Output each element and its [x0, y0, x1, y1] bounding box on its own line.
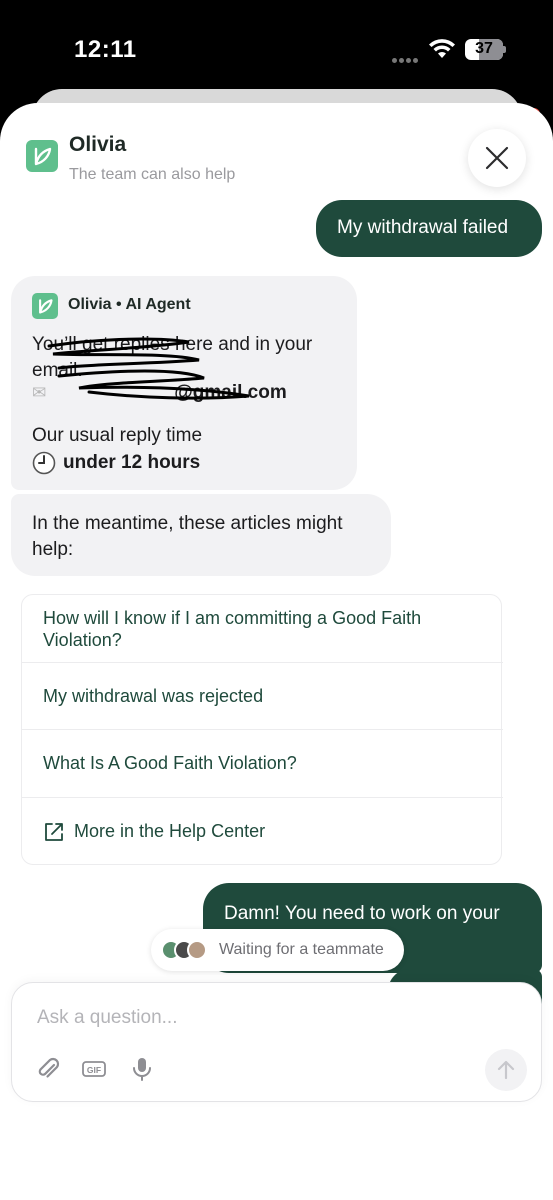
agent-name: Olivia: [69, 133, 127, 156]
bot-meantime-text: In the meantime, these articles might he…: [32, 513, 343, 560]
bot-message: In the meantime, these articles might he…: [11, 494, 391, 576]
article-link[interactable]: My withdrawal was rejected: [22, 663, 503, 730]
brand-logo-icon: [26, 140, 58, 172]
user-message: My withdrawal failed: [316, 200, 542, 257]
waiting-text: Waiting for a teammate: [219, 941, 384, 958]
article-list: How will I know if I am committing a Goo…: [21, 594, 503, 866]
help-center-link[interactable]: More in the Help Center: [22, 798, 503, 866]
status-time: 12:11: [74, 36, 137, 63]
external-link-icon: [45, 823, 63, 841]
close-button[interactable]: [468, 129, 526, 187]
battery-icon: 37: [465, 39, 506, 61]
message-composer: GIF: [11, 982, 542, 1102]
article-link[interactable]: What Is A Good Faith Violation?: [22, 730, 503, 798]
avatar: [187, 940, 207, 960]
send-button[interactable]: [485, 1049, 527, 1091]
arrow-up-icon: [497, 1060, 515, 1080]
reply-time-label: Our usual reply time: [32, 425, 203, 446]
clock-icon: [32, 451, 56, 475]
message-input[interactable]: [37, 1007, 477, 1029]
agent-subtitle: The team can also help: [69, 166, 236, 183]
redaction-scribble: [47, 337, 250, 400]
chat-sheet: Olivia The team can also help My withdra…: [0, 103, 553, 1200]
close-icon: [485, 146, 509, 170]
help-center-label: More in the Help Center: [74, 821, 266, 841]
gif-label: GIF: [87, 1065, 101, 1075]
signal-icon: [392, 50, 422, 63]
waiting-indicator: Waiting for a teammate: [151, 929, 404, 971]
bot-sender-label: Olivia • AI Agent: [68, 296, 191, 313]
bot-avatar-icon: [32, 293, 58, 319]
reply-time-text: under 12 hours: [63, 452, 201, 473]
wifi-icon: [429, 39, 455, 58]
status-bar: 12:11 37: [0, 0, 553, 96]
microphone-icon[interactable]: [128, 1055, 156, 1083]
battery-level: 37: [475, 40, 493, 57]
attachment-icon[interactable]: [34, 1055, 62, 1083]
article-link[interactable]: How will I know if I am committing a Goo…: [22, 595, 503, 663]
bot-message: Olivia • AI Agent You’ll get replies her…: [11, 276, 357, 490]
teammate-avatars: [161, 940, 209, 960]
reply-time-value: under 12 hours: [32, 451, 200, 475]
gif-icon[interactable]: GIF: [80, 1055, 108, 1083]
